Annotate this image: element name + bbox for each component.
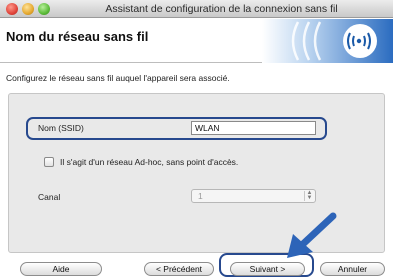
page-title: Nom du réseau sans fil xyxy=(6,29,149,44)
canal-value: 1 xyxy=(198,191,203,201)
next-button[interactable]: Suivant > xyxy=(230,262,305,276)
page-header: Nom du réseau sans fil xyxy=(0,19,393,63)
wireless-logo-icon xyxy=(262,19,393,63)
canal-label: Canal xyxy=(38,192,61,202)
adhoc-checkbox[interactable] xyxy=(44,157,54,167)
window-titlebar: Assistant de configuration de la connexi… xyxy=(0,0,393,18)
instructions-text: Configurez le réseau sans fil auquel l'a… xyxy=(6,73,230,83)
canal-select[interactable]: 1 ▲ ▼ xyxy=(191,189,316,203)
help-button[interactable]: Aide xyxy=(20,262,102,276)
ssid-label: Nom (SSID) xyxy=(38,123,84,133)
adhoc-label: Il s'agit d'un réseau Ad-hoc, sans point… xyxy=(60,157,239,167)
minimize-window-icon[interactable] xyxy=(22,3,34,15)
cancel-button[interactable]: Annuler xyxy=(320,262,385,276)
maximize-window-icon[interactable] xyxy=(38,3,50,15)
chevron-up-down-icon: ▲ ▼ xyxy=(304,190,314,201)
close-window-icon[interactable] xyxy=(6,3,18,15)
pointer-arrow-icon xyxy=(287,212,337,258)
window-title: Assistant de configuration de la connexi… xyxy=(105,3,338,15)
previous-button[interactable]: < Précédent xyxy=(144,262,214,276)
ssid-input[interactable] xyxy=(191,121,316,135)
